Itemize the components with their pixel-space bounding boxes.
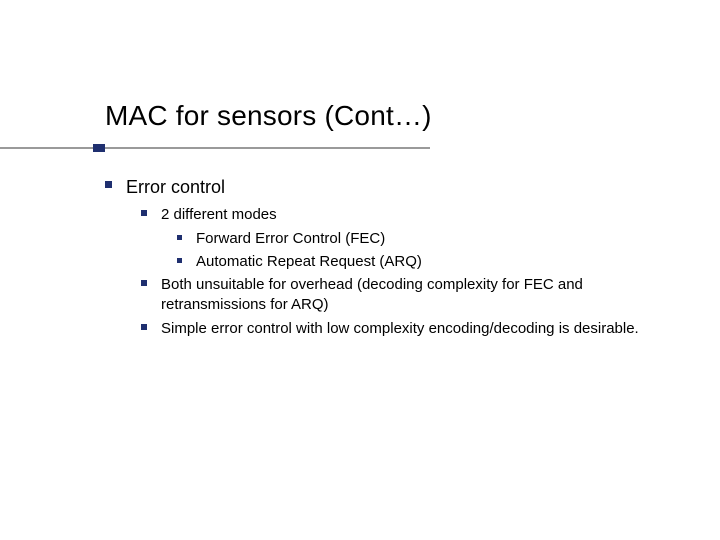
square-bullet-icon: [177, 258, 182, 263]
level2-text: 2 different modes: [161, 205, 680, 225]
square-bullet-icon: [141, 324, 147, 330]
title-underline: [0, 147, 430, 149]
bullet-level2: 2 different modes: [141, 205, 680, 225]
square-bullet-icon: [177, 235, 182, 240]
level1-text: Error control: [126, 175, 680, 199]
title-wrap: MAC for sensors (Cont…): [105, 100, 432, 132]
square-bullet-icon: [105, 181, 112, 188]
level2-text: Both unsuitable for overhead (decoding c…: [161, 275, 680, 316]
bullet-level3: Automatic Repeat Request (ARQ): [177, 252, 680, 272]
bullet-level3: Forward Error Control (FEC): [177, 229, 680, 249]
title-underline-tick: [93, 144, 105, 152]
bullet-level1: Error control: [105, 175, 680, 199]
square-bullet-icon: [141, 210, 147, 216]
level2-text: Simple error control with low complexity…: [161, 319, 680, 339]
slide: MAC for sensors (Cont…) Error control 2 …: [0, 0, 720, 540]
slide-body: Error control 2 different modes Forward …: [105, 175, 680, 339]
square-bullet-icon: [141, 280, 147, 286]
slide-title: MAC for sensors (Cont…): [105, 100, 432, 132]
level3-text: Automatic Repeat Request (ARQ): [196, 252, 680, 272]
level3-text: Forward Error Control (FEC): [196, 229, 680, 249]
bullet-level2: Both unsuitable for overhead (decoding c…: [141, 275, 680, 316]
bullet-level2: Simple error control with low complexity…: [141, 319, 680, 339]
